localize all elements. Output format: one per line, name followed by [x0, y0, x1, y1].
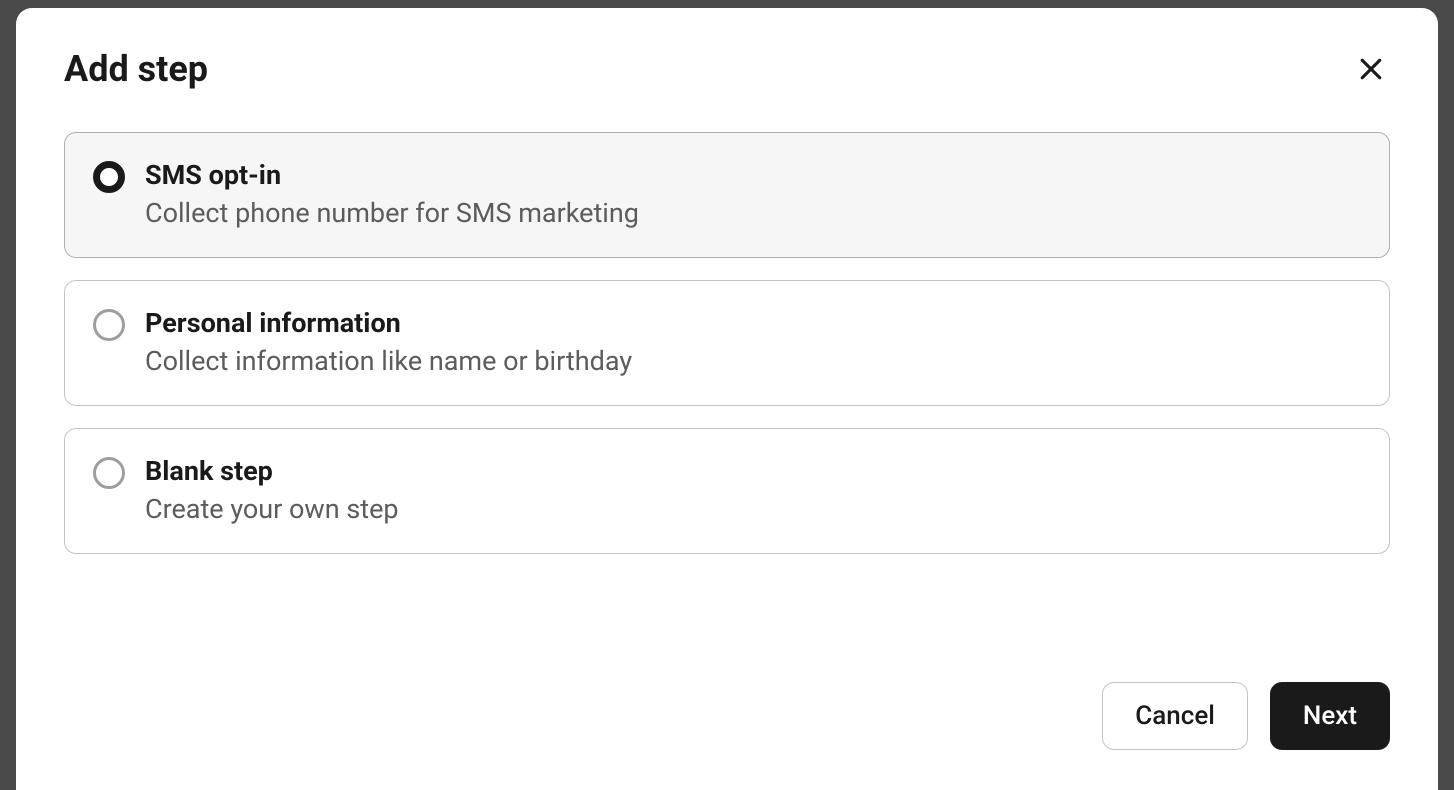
option-title: Personal information [145, 307, 632, 339]
radio-personal-information[interactable] [93, 309, 125, 341]
option-text: Personal information Collect information… [145, 307, 632, 377]
option-blank-step[interactable]: Blank step Create your own step [64, 428, 1390, 554]
modal-footer: Cancel Next [64, 682, 1390, 750]
option-description: Create your own step [145, 493, 399, 525]
cancel-button[interactable]: Cancel [1102, 682, 1248, 750]
option-title: Blank step [145, 455, 399, 487]
option-text: Blank step Create your own step [145, 455, 399, 525]
option-description: Collect phone number for SMS marketing [145, 197, 639, 229]
modal-header: Add step [64, 48, 1390, 90]
modal-title: Add step [64, 48, 208, 90]
radio-sms-opt-in[interactable] [93, 161, 125, 193]
step-options-list: SMS opt-in Collect phone number for SMS … [64, 132, 1390, 642]
add-step-modal: Add step SMS opt-in Collect phone number… [16, 8, 1438, 790]
next-button[interactable]: Next [1270, 682, 1390, 750]
close-button[interactable] [1352, 50, 1390, 88]
close-icon [1356, 54, 1386, 84]
option-description: Collect information like name or birthda… [145, 345, 632, 377]
option-title: SMS opt-in [145, 159, 639, 191]
option-personal-information[interactable]: Personal information Collect information… [64, 280, 1390, 406]
option-sms-opt-in[interactable]: SMS opt-in Collect phone number for SMS … [64, 132, 1390, 258]
radio-blank-step[interactable] [93, 457, 125, 489]
option-text: SMS opt-in Collect phone number for SMS … [145, 159, 639, 229]
